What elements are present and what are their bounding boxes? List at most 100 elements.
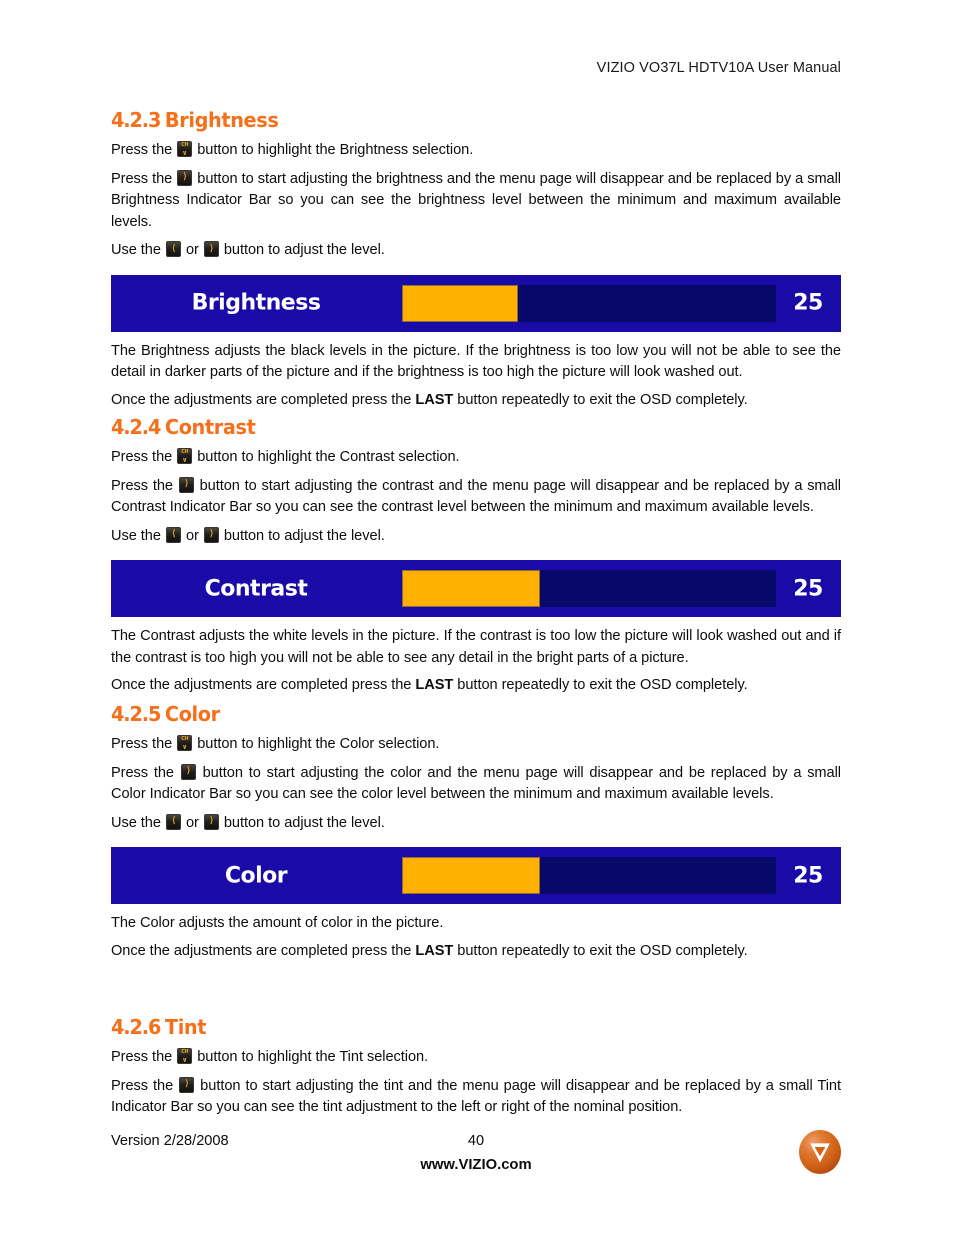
text-fragment: button to start adjusting the color and … — [111, 764, 841, 803]
left-chevron-glyph: ⟨ — [171, 243, 176, 254]
section-number: 4.2.5 — [111, 702, 161, 726]
osd-value: 25 — [793, 576, 823, 601]
right-arrow-button-icon: ⟩ — [203, 526, 219, 543]
section-title: Tint — [164, 1015, 207, 1039]
osd-indicator-bar-color: Color 25 — [111, 847, 841, 904]
ch-down-button-icon: CH ∨ — [177, 1048, 193, 1064]
section-brightness: 4.2.3 Brightness Press the CH ∨ button to … — [111, 108, 841, 411]
osd-value: 25 — [793, 290, 823, 316]
ch-label: CH — [181, 1049, 189, 1055]
text-fragment: button to start adjusting the brightness… — [111, 170, 842, 230]
right-chevron-glyph: ⟩ — [184, 479, 189, 489]
osd-indicator-bar-contrast: Contrast 25 — [111, 560, 841, 617]
text-fragment: Press the — [111, 1077, 179, 1094]
left-arrow-button-icon: ⟨ — [165, 526, 181, 543]
text-fragment: Use the — [111, 242, 165, 258]
brightness-exit-note: Once the adjustments are completed press… — [111, 390, 841, 412]
section-title: Color — [164, 702, 220, 726]
brightness-description: The Brightness adjusts the black levels … — [111, 342, 841, 381]
right-arrow-button-icon: ⟩ — [203, 241, 219, 257]
text-fragment: or — [181, 242, 203, 258]
color-exit-note: Once the adjustments are completed press… — [111, 941, 841, 963]
contrast-description: The Contrast adjusts the white levels in… — [111, 628, 841, 666]
right-chevron-glyph: ⟩ — [186, 766, 191, 776]
text-fragment: button to highlight the Tint selection. — [193, 1049, 429, 1065]
osd-track[interactable] — [402, 284, 776, 322]
logo-v-mark — [810, 1143, 830, 1163]
color-description: The Color adjusts the amount of color in… — [111, 915, 444, 931]
color-paragraph-3: Use the ⟨ or ⟩ button to adjust the leve… — [111, 813, 841, 835]
section-number: 4.2.4 — [111, 415, 161, 439]
brightness-paragraph-3: Use the ⟨ or ⟩ button to adjust the leve… — [111, 240, 841, 262]
right-arrow-button-icon: ⟩ — [180, 763, 196, 780]
section-heading-color: 4.2.5 Color — [111, 702, 797, 726]
text-fragment: button to adjust the level. — [219, 527, 385, 544]
text-fragment: Press the — [111, 764, 180, 781]
section-heading-contrast: 4.2.4 Contrast — [111, 415, 797, 439]
text-fragment: button to highlight the Color selection. — [193, 736, 440, 752]
chevron-down-glyph: ∨ — [182, 742, 188, 751]
osd-fill — [402, 570, 541, 607]
text-fragment: button to start adjusting the tint and t… — [111, 1077, 841, 1116]
osd-label: Brightness — [191, 290, 321, 316]
left-chevron-glyph: ⟨ — [171, 816, 176, 826]
text-fragment: button to highlight the Brightness selec… — [193, 142, 474, 158]
chevron-down-glyph: ∨ — [182, 1055, 188, 1064]
ch-down-button-icon: CH ∨ — [177, 448, 193, 464]
text-fragment: Press the — [111, 736, 177, 752]
text-fragment: button repeatedly to exit the OSD comple… — [453, 391, 748, 408]
osd-value: 25 — [793, 863, 823, 888]
right-arrow-button-icon: ⟩ — [177, 169, 193, 186]
text-fragment: button repeatedly to exit the OSD comple… — [453, 677, 748, 693]
footer-website: www.VIZIO.com — [420, 1157, 532, 1173]
text-fragment: Press the — [111, 170, 177, 187]
osd-track[interactable] — [402, 857, 776, 894]
tint-paragraph-2: Press the ⟩ button to start adjusting th… — [111, 1076, 841, 1119]
right-arrow-button-icon: ⟩ — [178, 476, 194, 493]
text-fragment: Press the — [111, 449, 177, 465]
text-fragment: button repeatedly to exit the OSD comple… — [453, 942, 748, 959]
right-arrow-button-icon: ⟩ — [179, 1076, 195, 1093]
chevron-down-glyph: ∨ — [182, 455, 188, 464]
osd-fill — [402, 857, 541, 894]
text-fragment: button to adjust the level. — [219, 814, 385, 831]
section-number: 4.2.3 — [111, 108, 161, 132]
right-chevron-glyph: ⟩ — [183, 172, 187, 182]
contrast-paragraph-1: Press the CH ∨ button to highlight the Co… — [111, 447, 841, 469]
page-footer: Version 2/28/2008 40 www.VIZIO.com — [111, 1130, 841, 1201]
brightness-paragraph-2: Press the ⟩ button to start adjusting th… — [111, 169, 841, 234]
text-fragment: Use the — [111, 527, 165, 544]
ch-label: CH — [181, 449, 189, 455]
last-button-label: LAST — [415, 391, 454, 408]
right-chevron-glyph: ⟩ — [209, 816, 214, 826]
right-chevron-glyph: ⟩ — [185, 1079, 189, 1089]
text-fragment: Once the adjustments are completed press… — [111, 391, 416, 408]
color-paragraph-2: Press the ⟩ button to start adjusting th… — [111, 763, 841, 806]
section-color: 4.2.5 Color Press the CH ∨ button to highl… — [111, 702, 841, 962]
left-arrow-button-icon: ⟨ — [165, 241, 181, 257]
section-contrast: 4.2.4 Contrast Press the CH ∨ button to hi… — [111, 415, 841, 697]
ch-label: CH — [181, 736, 189, 742]
section-heading-brightness: 4.2.3 Brightness — [111, 108, 797, 132]
text-fragment: Once the adjustments are completed press… — [111, 942, 416, 959]
text-fragment: or — [181, 814, 203, 831]
brightness-paragraph-1: Press the CH ∨ button to highlight the Br… — [111, 140, 841, 162]
ch-label: CH — [181, 142, 189, 148]
osd-label: Color — [224, 863, 288, 888]
text-fragment: or — [181, 527, 203, 544]
contrast-paragraph-2: Press the ⟩ button to start adjusting th… — [111, 476, 841, 519]
section-tint: 4.2.6 Tint Press the CH ∨ button to highli… — [111, 1015, 841, 1119]
right-arrow-button-icon: ⟩ — [203, 813, 219, 830]
color-paragraph-1: Press the CH ∨ button to highlight the Co… — [111, 734, 841, 756]
osd-indicator-bar-brightness: Brightness 25 — [111, 274, 841, 332]
manual-page: VIZIO VO37L HDTV10A User Manual 4.2.3 Bri… — [0, 0, 954, 1235]
osd-track[interactable] — [402, 570, 776, 607]
section-number: 4.2.6 — [111, 1015, 161, 1039]
text-fragment: Once the adjustments are completed press… — [111, 677, 416, 693]
footer-page-number: 40 — [467, 1133, 485, 1149]
contrast-exit-note: Once the adjustments are completed press… — [111, 675, 841, 697]
last-button-label: LAST — [415, 677, 454, 693]
text-fragment: Press the — [111, 477, 178, 494]
osd-label: Contrast — [204, 576, 308, 601]
document-header: VIZIO VO37L HDTV10A User Manual — [596, 60, 841, 76]
